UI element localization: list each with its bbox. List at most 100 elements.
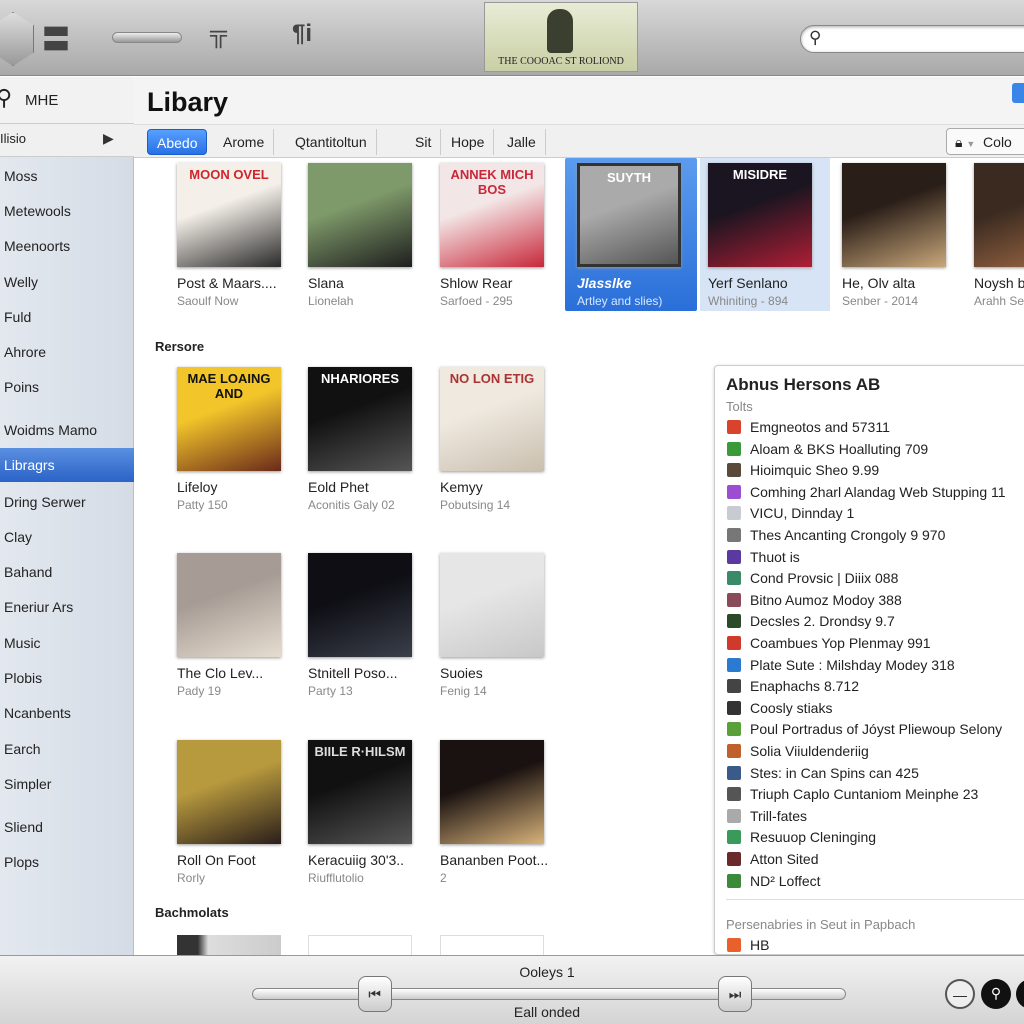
album-art[interactable]: MOON OVEL: [177, 163, 281, 267]
album-art[interactable]: [440, 553, 544, 657]
panel-item[interactable]: VICU, Dinnday 1: [727, 505, 854, 526]
sidebar-item[interactable]: Plops: [0, 845, 134, 879]
triangle-right-icon[interactable]: ▶: [103, 130, 114, 147]
equalizer-icon[interactable]: ╦: [210, 20, 227, 48]
panel-item[interactable]: Solia Viiuldenderiig: [727, 743, 869, 764]
album-card[interactable]: NHARIORES Eold Phet Aconitis Galy 02: [308, 367, 436, 517]
menu-icon[interactable]: 〓: [42, 18, 70, 58]
album-card[interactable]: The Clo Lev... Pady 19: [177, 553, 305, 703]
sidebar-item[interactable]: Fuld: [0, 300, 134, 334]
sidebar-item[interactable]: Meenoorts: [0, 229, 134, 263]
album-card[interactable]: Suoies Fenig 14: [440, 553, 568, 703]
album-art[interactable]: [308, 553, 412, 657]
sidebar-item[interactable]: Poins: [0, 370, 134, 404]
info-icon[interactable]: ¶i: [292, 20, 312, 48]
album-card[interactable]: NO LON ETIG Kemyy Pobutsing 14: [440, 367, 568, 517]
album-card[interactable]: MAE LOAING AND Lifeloy Patty 150: [177, 367, 305, 517]
album-art[interactable]: [177, 740, 281, 844]
album-card[interactable]: Noysh b Arahh Se: [974, 163, 1024, 313]
album-art[interactable]: [842, 163, 946, 267]
sidebar-item[interactable]: Dring Serwer: [0, 485, 134, 519]
airplay-icon[interactable]: ⚲: [981, 979, 1011, 1009]
minus-icon[interactable]: —: [945, 979, 975, 1009]
sidebar-item[interactable]: Welly: [0, 265, 134, 299]
panel-item[interactable]: Trill-fates: [727, 808, 807, 829]
album-card[interactable]: ANNEK MICH BOS Shlow Rear Sarfoed - 295: [440, 163, 568, 313]
album-art[interactable]: [440, 935, 544, 955]
album-art[interactable]: [308, 163, 412, 267]
album-art[interactable]: MISIDRE: [708, 163, 812, 267]
sidebar-item[interactable]: Woidms Mamo: [0, 413, 134, 447]
panel-item[interactable]: Bitno Aumoz Modoy 388: [727, 592, 902, 613]
tab-arome[interactable]: Arome: [214, 129, 275, 155]
panel-item[interactable]: Emgneotos and 57311: [727, 419, 890, 440]
album-art[interactable]: MAE LOAING AND: [177, 367, 281, 471]
view-options-button[interactable]: 🔒︎ ▼ Colo: [946, 128, 1024, 155]
sidebar-item[interactable]: Ncanbents: [0, 696, 134, 730]
volume-slider[interactable]: [112, 32, 182, 43]
panel-item[interactable]: Atton Sited: [727, 851, 819, 872]
album-card[interactable]: MOON OVEL Post & Maars.... Saoulf Now: [177, 163, 305, 313]
now-playing-artwork[interactable]: THE COOOAC ST ROLIOND: [484, 2, 638, 72]
album-art[interactable]: [440, 740, 544, 844]
panel-item[interactable]: Poul Portradus of Jóyst Pliewoup Selony: [727, 721, 1002, 742]
action-button[interactable]: [1012, 83, 1024, 103]
search-input[interactable]: ⚲: [800, 25, 1024, 53]
tab-sit[interactable]: Sit: [406, 129, 442, 155]
tab-jalle[interactable]: Jalle: [498, 129, 546, 155]
panel-item[interactable]: Hioimquic Sheo 9.99: [727, 462, 879, 483]
panel-item[interactable]: Thes Ancanting Crongoly 9 970: [727, 527, 945, 548]
album-art[interactable]: BIILE R·HILSM: [308, 740, 412, 844]
panel-item[interactable]: Coosly stiaks: [727, 700, 832, 721]
sidebar-item[interactable]: Plobis: [0, 661, 134, 695]
tab-abedo[interactable]: Abedo: [147, 129, 208, 155]
item-label: Thes Ancanting Crongoly 9 970: [750, 527, 946, 543]
sidebar-item[interactable]: Moss: [0, 159, 134, 193]
sidebar-item[interactable]: Music: [0, 626, 134, 660]
sidebar-section-header[interactable]: Ilisio ▶: [0, 124, 134, 157]
app-logo[interactable]: [0, 12, 34, 66]
panel-item[interactable]: Thuot is: [727, 549, 800, 570]
album-title: Shlow Rear: [440, 275, 513, 291]
album-card[interactable]: BIILE R·HILSM Keracuiig 30'3.. Riufflutoli…: [308, 740, 436, 890]
panel-item[interactable]: Triuph Caplo Cuntaniom Meinphe 23: [727, 786, 978, 807]
progress-track[interactable]: [252, 988, 846, 1000]
panel-item[interactable]: Aloam & BKS Hoalluting 709: [727, 441, 928, 462]
sidebar-item[interactable]: Bahand: [0, 555, 134, 589]
album-art[interactable]: SUYTH: [577, 163, 681, 267]
sidebar-item[interactable]: Clay: [0, 520, 134, 554]
sidebar-item[interactable]: Eneriur Ars: [0, 590, 134, 624]
sidebar-item[interactable]: Ahrore: [0, 335, 134, 369]
sidebar-search[interactable]: ⚲ MHE: [0, 77, 134, 124]
album-art[interactable]: [177, 935, 281, 955]
album-art[interactable]: NHARIORES: [308, 367, 412, 471]
sidebar-item[interactable]: Simpler: [0, 767, 134, 801]
album-card[interactable]: MISIDRE Yerf Senlano Whiniting - 894: [700, 158, 830, 311]
panel-item[interactable]: Cond Provsic | Diiix 088: [727, 570, 898, 591]
tab-hope[interactable]: Hope: [442, 129, 495, 155]
panel-item[interactable]: Plate Sute : Milshday Modey 318: [727, 657, 955, 678]
panel-item[interactable]: Decsles 2. Drondsy 9.7: [727, 613, 895, 634]
tab-qtantitoltun[interactable]: Qtantitoltun: [286, 129, 377, 155]
sidebar-item[interactable]: Sliend: [0, 810, 134, 844]
album-card[interactable]: Roll On Foot Rorly: [177, 740, 305, 890]
album-card[interactable]: Slana Lionelah: [308, 163, 436, 313]
album-card[interactable]: Stnitell Poso... Party 13: [308, 553, 436, 703]
album-card[interactable]: Bananben Poot... 2: [440, 740, 568, 890]
sidebar-item[interactable]: Libragrs: [0, 448, 134, 482]
album-art[interactable]: ANNEK MICH BOS: [440, 163, 544, 267]
panel-item[interactable]: ND² Loffect: [727, 873, 821, 894]
album-card[interactable]: He, Olv alta Senber - 2014: [842, 163, 970, 313]
album-art[interactable]: [177, 553, 281, 657]
sidebar-item[interactable]: Metewools: [0, 194, 134, 228]
panel-item[interactable]: Coambues Yop Plenmay 991: [727, 635, 931, 656]
panel-item[interactable]: Comhing 2harl Alandag Web Stupping 11: [727, 484, 1006, 505]
album-art[interactable]: NO LON ETIG: [440, 367, 544, 471]
panel-item[interactable]: Enaphachs 8.712: [727, 678, 859, 699]
album-art[interactable]: [308, 935, 412, 955]
album-art[interactable]: [974, 163, 1024, 267]
panel-item[interactable]: Stes: in Can Spins can 425: [727, 765, 919, 786]
panel-item[interactable]: Resuuop Cleninging: [727, 829, 876, 850]
album-card[interactable]: SUYTH Jlasslke Artley and slies): [565, 158, 697, 311]
sidebar-item[interactable]: Earch: [0, 732, 134, 766]
